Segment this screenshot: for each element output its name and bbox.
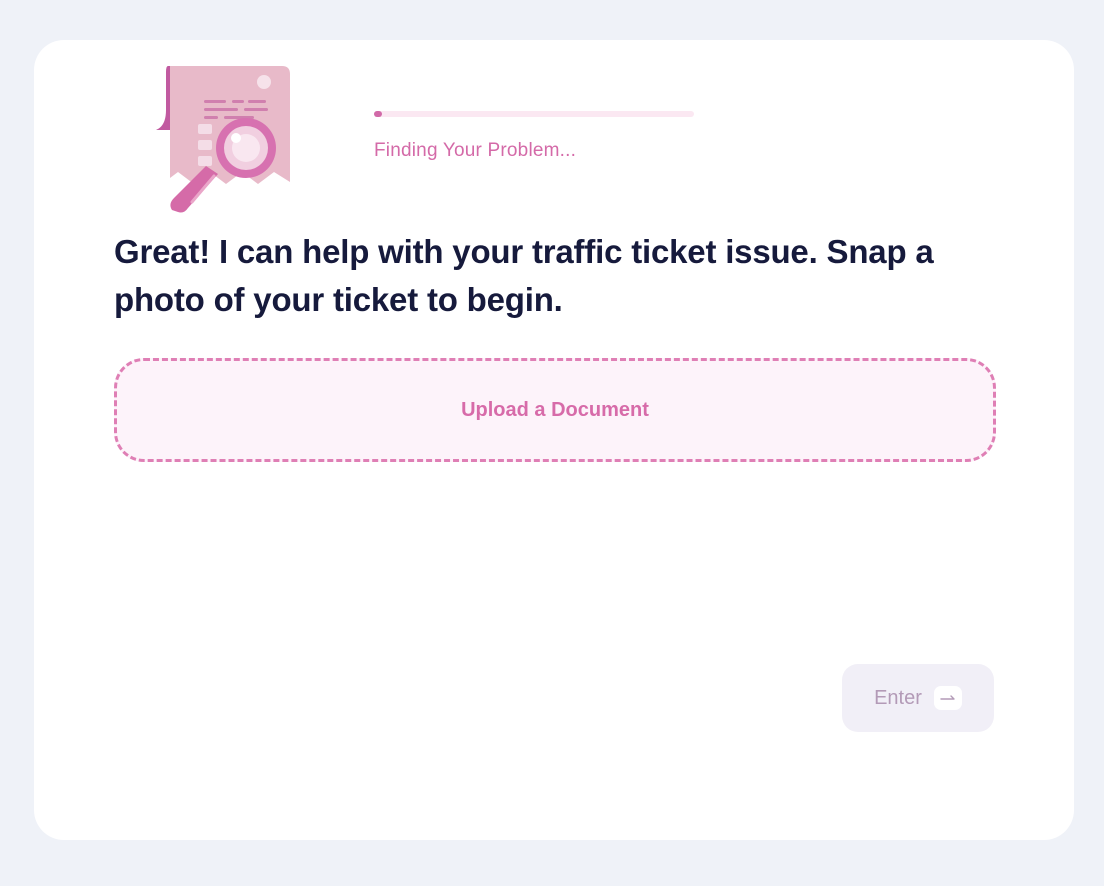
question-heading: Great! I can help with your traffic tick… [114,233,934,318]
question-card: Finding Your Problem... Great! I can hel… [34,40,1074,840]
upload-document-button[interactable]: Upload a Document [114,358,996,462]
progress-bar-fill [374,111,382,117]
progress-bar [374,111,694,117]
enter-label: Enter [874,686,922,709]
progress-label: Finding Your Problem... [374,140,577,161]
document-search-illustration [154,64,296,216]
arrow-right-icon [933,686,962,710]
upload-document-label: Upload a Document [461,398,649,421]
enter-button[interactable]: Enter [842,664,994,732]
